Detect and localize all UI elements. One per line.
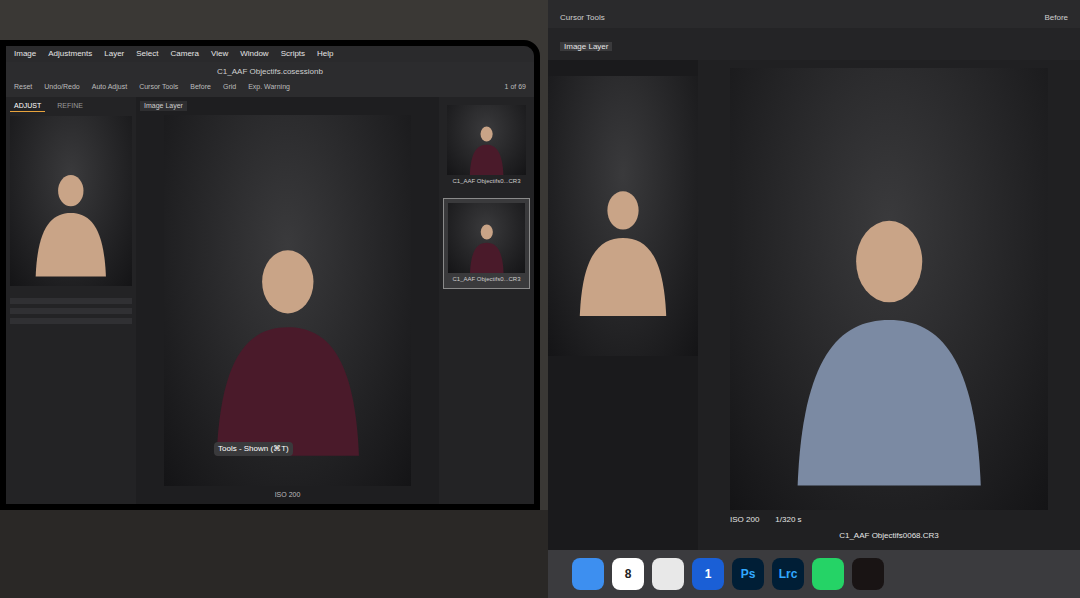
blurred-foreground: [0, 510, 548, 598]
filmstrip: C1_AAF Objectifs0...CR3C1_AAF Objectifs0…: [439, 97, 534, 505]
toolbar-button[interactable]: Before: [1044, 12, 1068, 24]
layer-label[interactable]: Image Layer: [560, 42, 612, 51]
viewer: Image Layer Tools - Shown (⌘T) ISO 200: [136, 97, 439, 505]
toolbar-button[interactable]: Auto Adjust: [92, 82, 127, 93]
left-photo: Image Adjustments Layer Select Camera View Win…: [0, 0, 548, 598]
portrait-figure-icon: [762, 156, 1016, 510]
toolbar-button[interactable]: Grid: [223, 82, 236, 93]
menu-bar: Image Adjustments Layer Select Camera View Win…: [6, 46, 534, 62]
iso-info: ISO 200: [140, 490, 435, 501]
workspace: ISO 200 1/320 s C1_AAF Objectifs0068.CR3: [548, 60, 1080, 550]
viewer: ISO 200 1/320 s C1_AAF Objectifs0068.CR3: [698, 60, 1080, 550]
finder-icon[interactable]: [572, 558, 604, 590]
right-photo: Cursor Tools Before Image Layer ISO 200 1/32…: [548, 0, 1080, 598]
toolbar-button[interactable]: Cursor Tools: [560, 12, 605, 24]
menu-item[interactable]: Select: [136, 48, 158, 60]
panel-row: [10, 298, 132, 304]
tool-tabs: ADJUST REFINE: [10, 101, 132, 113]
menu-item[interactable]: Scripts: [281, 48, 305, 60]
tool-tab[interactable]: REFINE: [53, 101, 87, 113]
layer-bar: Image Layer: [548, 28, 1080, 60]
tool-tab[interactable]: ADJUST: [10, 101, 45, 113]
capture-info: ISO 200 1/320 s: [706, 514, 1072, 526]
toolbar-button[interactable]: Undo/Redo: [44, 82, 79, 93]
toolbar: Cursor Tools Before: [548, 0, 1080, 28]
menu-item[interactable]: Camera: [171, 48, 199, 60]
menu-item[interactable]: Help: [317, 48, 333, 60]
image-counter: 1 of 69: [505, 82, 526, 93]
calendar-icon[interactable]: 8: [612, 558, 644, 590]
menu-item[interactable]: Window: [240, 48, 268, 60]
main-photo: [164, 115, 411, 486]
main-photo: [730, 68, 1048, 510]
onepassword-icon[interactable]: 1: [692, 558, 724, 590]
zoom-preview: [10, 116, 132, 286]
tooltip: Tools - Shown (⌘T): [214, 442, 293, 456]
info-item: 1/320 s: [775, 514, 801, 526]
portrait-figure-icon: [455, 119, 518, 175]
dock: 8 1PsLrc: [548, 550, 1080, 598]
toolbar-button[interactable]: Reset: [14, 82, 32, 93]
filmstrip-thumbnail: [448, 203, 525, 273]
toolbar: C1_AAF Objectifs.cosessionb Reset Undo/Red…: [6, 62, 534, 97]
toolbar-button[interactable]: Cursor Tools: [139, 82, 178, 93]
toolbar-button[interactable]: Before: [190, 82, 211, 93]
spotify-icon[interactable]: [852, 558, 884, 590]
portrait-figure-icon: [22, 150, 120, 286]
menu-item[interactable]: Layer: [104, 48, 124, 60]
filmstrip-item[interactable]: C1_AAF Objectifs0...CR3: [443, 101, 530, 190]
filmstrip-item[interactable]: C1_AAF Objectifs0...CR3: [443, 198, 530, 289]
tool-panel: ADJUST REFINE: [6, 97, 136, 505]
zoom-preview: [548, 76, 698, 356]
menu-item[interactable]: Image: [14, 48, 36, 60]
filename: C1_AAF Objectifs0068.CR3: [706, 530, 1072, 542]
panel-row: [10, 308, 132, 314]
window-title: C1_AAF Objectifs.cosessionb: [14, 66, 526, 78]
laptop-screen: Image Adjustments Layer Select Camera View Win…: [0, 40, 540, 510]
menu-item[interactable]: Adjustments: [48, 48, 92, 60]
toolbar-button[interactable]: Exp. Warning: [248, 82, 290, 93]
photo-collage: Image Adjustments Layer Select Camera View Win…: [0, 0, 1080, 598]
panel-row: [10, 318, 132, 324]
lightroom-icon[interactable]: Lrc: [772, 558, 804, 590]
portrait-figure-icon: [563, 132, 683, 356]
info-item: ISO 200: [730, 514, 759, 526]
chrome-icon[interactable]: [652, 558, 684, 590]
whatsapp-icon[interactable]: [812, 558, 844, 590]
portrait-figure-icon: [456, 217, 518, 273]
layer-label[interactable]: Image Layer: [140, 101, 187, 112]
workspace: ADJUST REFINE Image Layer Tools - Shown (⌘T…: [6, 97, 534, 505]
toolbar-labels: Reset Undo/Redo Auto Adjust Cursor Tools Bef…: [14, 82, 526, 93]
menu-item[interactable]: View: [211, 48, 228, 60]
photoshop-icon[interactable]: Ps: [732, 558, 764, 590]
filmstrip-thumbnail: [447, 105, 526, 175]
